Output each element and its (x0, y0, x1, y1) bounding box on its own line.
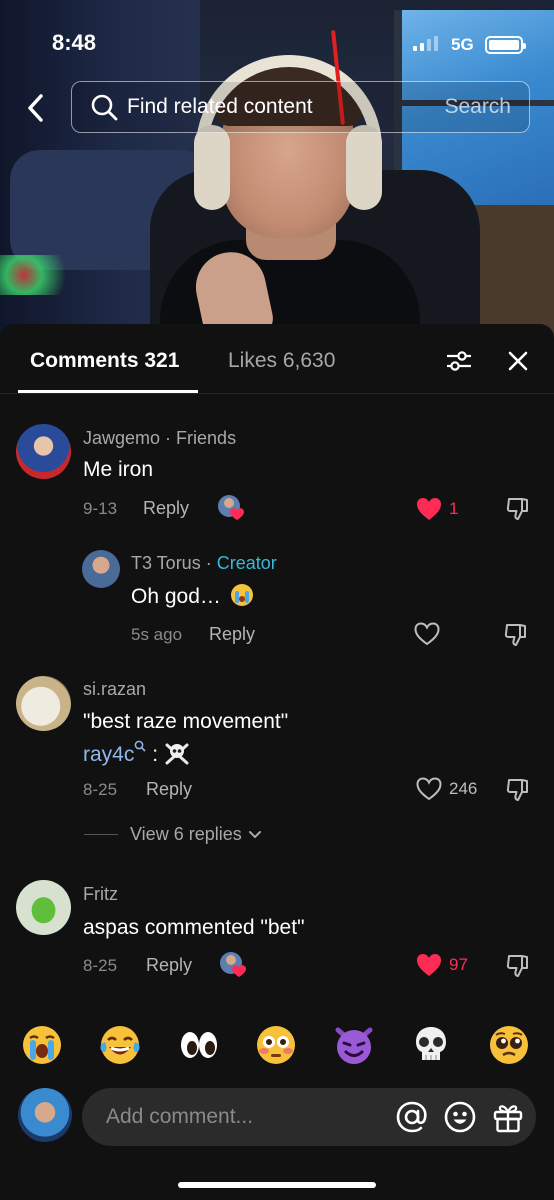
comment-author[interactable]: Jawgemo · Friends (83, 428, 236, 449)
video-headphone-cup-right (346, 125, 382, 210)
like-button[interactable]: 1 (415, 496, 458, 522)
comment-text: Me iron (83, 458, 154, 481)
creator-liked-badge (217, 494, 245, 522)
mention-suffix: : (146, 743, 164, 766)
reply-button[interactable]: Reply (209, 624, 255, 645)
tears-of-joy-face-icon[interactable] (99, 1024, 141, 1066)
avatar-si-razan[interactable] (16, 676, 71, 731)
chevron-down-icon (248, 830, 261, 838)
comment-date: 8-25 (83, 780, 118, 799)
emoji-button[interactable] (440, 1097, 480, 1137)
like-count: 246 (449, 779, 478, 798)
smiling-imp-icon[interactable] (333, 1024, 375, 1066)
dislike-button[interactable] (503, 494, 533, 524)
tab-likes[interactable]: Likes 6,630 (228, 349, 335, 373)
signal-icon (413, 36, 438, 51)
dislike-button[interactable] (501, 620, 531, 650)
status-time: 8:48 (52, 30, 97, 55)
filter-button[interactable] (444, 346, 474, 376)
author-name[interactable]: T3 Torus (131, 553, 201, 573)
close-icon (508, 351, 528, 371)
reply-button[interactable]: Reply (146, 779, 192, 800)
search-bar[interactable]: Find related content Search (71, 81, 530, 133)
comment-text: "best raze movement" (83, 710, 289, 733)
like-count: 1 (449, 499, 459, 518)
network-label: 5G (451, 35, 474, 54)
comment-date: 9-13 (83, 499, 118, 518)
skull-icon[interactable] (410, 1024, 452, 1066)
like-button[interactable]: 246 (415, 776, 477, 802)
eyes-icon[interactable] (178, 1024, 220, 1066)
comment-author[interactable]: T3 Torus · Creator (131, 553, 277, 574)
comment-input-placeholder[interactable]: Add comment... (106, 1105, 392, 1129)
like-count: 97 (449, 955, 468, 974)
tab-active-indicator (18, 390, 198, 393)
search-button[interactable]: Search (444, 95, 511, 119)
thumbs-down-icon (506, 779, 528, 801)
mention-button[interactable] (392, 1097, 432, 1137)
comment-mention-line: ray4c : (83, 740, 190, 771)
status-bar: 8:48 5G (0, 0, 554, 80)
avatar-t3-torus[interactable] (82, 550, 120, 588)
chevron-left-icon (28, 94, 43, 122)
at-sign-icon (396, 1101, 427, 1133)
thumbs-down-icon (506, 498, 528, 520)
reply-button[interactable]: Reply (146, 955, 192, 976)
reply-button[interactable]: Reply (143, 498, 189, 519)
back-button[interactable] (20, 88, 50, 128)
my-avatar[interactable] (18, 1088, 72, 1142)
video-headphone-cup-left (194, 125, 230, 210)
battery-icon (485, 36, 526, 54)
gift-button[interactable] (488, 1097, 528, 1137)
like-button[interactable] (413, 621, 441, 647)
gift-icon (493, 1105, 523, 1133)
comment-body: Oh god… (131, 585, 221, 608)
comment-text: aspas commented "bet" (83, 916, 305, 939)
comment-text: Oh god… (131, 584, 253, 609)
dislike-button[interactable] (503, 951, 533, 981)
heart-filled-icon (417, 498, 441, 520)
name-separator: · (200, 553, 217, 573)
dislike-button[interactable] (503, 775, 533, 805)
loudly-crying-face-icon[interactable] (21, 1024, 63, 1066)
comment-author[interactable]: Fritz (83, 884, 118, 905)
view-replies-label: View 6 replies (130, 824, 242, 844)
comment-author[interactable]: si.razan (83, 679, 146, 700)
comments-tabs: Comments 321 Likes 6,630 (0, 324, 554, 394)
pleading-face-icon[interactable] (488, 1024, 530, 1066)
skull-crossbones-emoji (164, 741, 190, 771)
mention-link[interactable]: ray4c (83, 743, 134, 766)
author-name[interactable]: Jawgemo (83, 428, 160, 448)
heart-filled-icon (417, 954, 441, 976)
view-replies-button[interactable]: View 6 replies (84, 824, 262, 845)
heart-outline-icon (414, 622, 440, 646)
avatar-fritz[interactable] (16, 880, 71, 935)
avatar-jawgemo[interactable] (16, 424, 71, 479)
thumbs-down-icon (504, 624, 526, 646)
flushed-face-icon[interactable] (255, 1024, 297, 1066)
search-icon (89, 92, 119, 122)
like-button[interactable]: 97 (415, 952, 468, 978)
thumbs-down-icon (506, 955, 528, 977)
creator-liked-badge (219, 951, 247, 979)
close-button[interactable] (503, 346, 533, 376)
search-query[interactable]: Find related content (127, 95, 444, 119)
emoji-quick-bar (0, 1024, 554, 1072)
friend-label: · Friends (160, 428, 237, 448)
comment-input[interactable]: Add comment... (82, 1088, 536, 1146)
heart-outline-icon (416, 777, 442, 801)
search-small-icon (135, 740, 146, 752)
smiley-icon (444, 1101, 476, 1133)
comment-date: 8-25 (83, 956, 118, 975)
creator-badge: Creator (216, 553, 277, 573)
video-led-light (0, 255, 80, 295)
home-indicator[interactable] (178, 1182, 376, 1188)
comment-date: 5s ago (131, 625, 183, 644)
tab-comments[interactable]: Comments 321 (30, 349, 179, 373)
comments-sheet: Comments 321 Likes 6,630 Jawgemo · Frien… (0, 324, 554, 1200)
loudly-crying-emoji (230, 584, 253, 606)
replies-divider (84, 834, 118, 835)
sliders-icon (447, 351, 471, 371)
